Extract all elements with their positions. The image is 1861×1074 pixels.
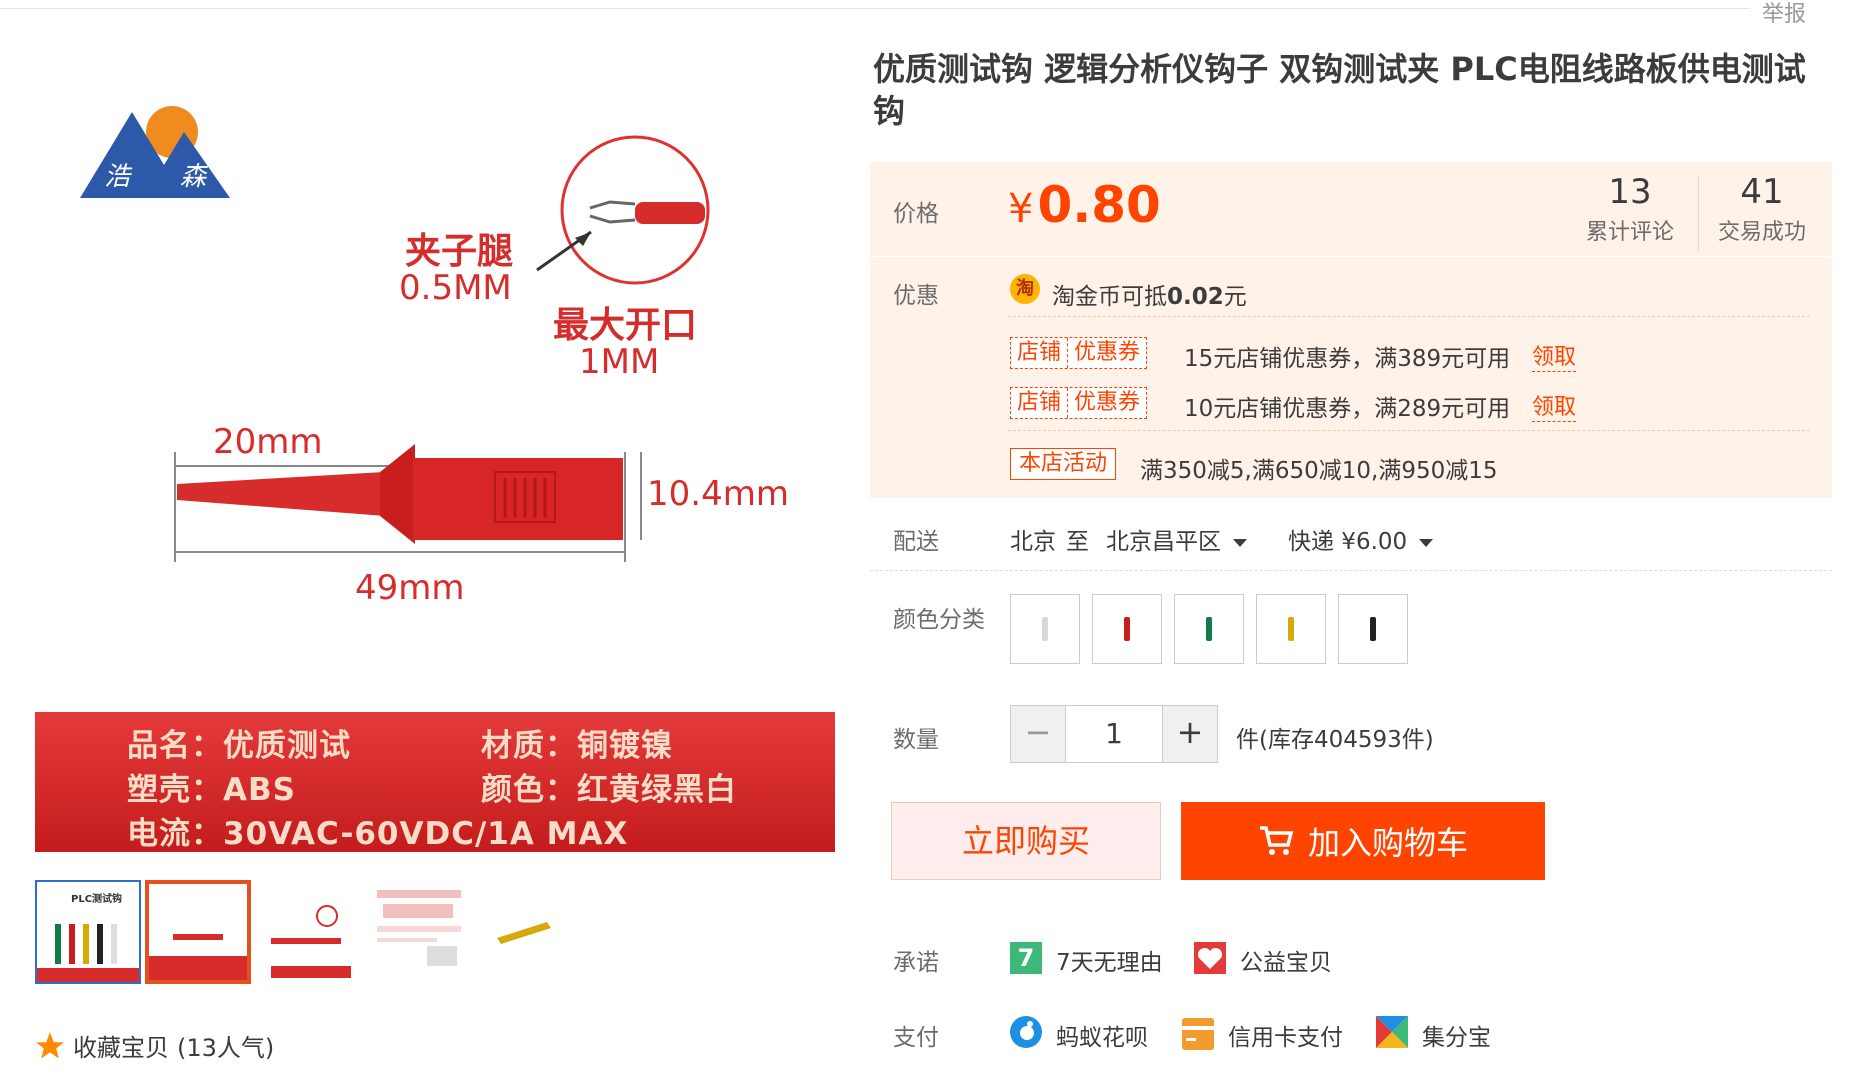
price-value: ¥0.80 — [1008, 176, 1161, 234]
buy-now-button[interactable]: 立即购买 — [891, 802, 1161, 880]
chevron-down-icon — [1419, 538, 1434, 547]
delivery-destination: 北京昌平区 — [1106, 529, 1221, 555]
taobao-coin-icon: 淘 — [1010, 274, 1040, 304]
coupon-tag-2: 店铺 优惠券 — [1010, 387, 1148, 419]
color-swatch-green[interactable] — [1174, 594, 1244, 664]
dim-height: 10.4mm — [647, 474, 789, 514]
chevron-down-icon — [1233, 538, 1247, 547]
spec-name: 品名：优质测试 — [127, 728, 351, 764]
top-divider — [0, 8, 1750, 9]
add-to-cart-button[interactable]: 加入购物车 — [1181, 802, 1545, 880]
thumbnail-1[interactable]: PLC测试钩 — [35, 880, 141, 984]
delivery-label: 配送 — [893, 529, 939, 555]
quantity-input[interactable]: 1 — [1065, 706, 1163, 762]
thumbnail-strip: PLC测试钩 — [35, 880, 585, 984]
spec-banner: 品名：优质测试 材质：铜镀镍 塑壳：ABS 颜色：红黄绿黑白 电流：30VAC-… — [35, 712, 835, 852]
coin-text: 淘金币可抵 — [1052, 284, 1167, 310]
delivery-to-word: 至 — [1066, 529, 1089, 555]
coupon-tag-1-right: 优惠券 — [1074, 340, 1141, 365]
promo-divider-1 — [1008, 316, 1810, 317]
cart-icon — [1259, 826, 1294, 855]
huabei-text[interactable]: 蚂蚁花呗 — [1056, 1018, 1148, 1052]
deals-label: 交易成功 — [1717, 220, 1806, 245]
color-swatch-white[interactable] — [1010, 594, 1080, 664]
reviews-count: 13 — [1608, 172, 1652, 212]
coupon-tag-1-left: 店铺 — [1017, 340, 1062, 365]
spec-color: 颜色：红黄绿黑白 — [481, 772, 737, 808]
seven-day-return-icon: 7 — [1010, 942, 1042, 974]
claim-coupon-1[interactable]: 领取 — [1532, 339, 1577, 372]
increase-button[interactable]: + — [1163, 706, 1217, 762]
thumbnail-5[interactable] — [475, 880, 581, 984]
delivery-destination-select[interactable]: 北京昌平区 — [1106, 522, 1247, 556]
deals-count: 41 — [1740, 172, 1784, 212]
jifenbao-text[interactable]: 集分宝 — [1422, 1018, 1491, 1052]
clip-diagram — [174, 135, 710, 562]
collect-count: (13人气) — [177, 1034, 275, 1062]
collect-item[interactable]: 收藏宝贝 (13人气) — [35, 1028, 274, 1063]
thumbnail-4[interactable] — [365, 880, 471, 984]
color-swatch-black[interactable] — [1338, 594, 1408, 664]
promo-label: 优惠 — [893, 283, 939, 309]
report-link[interactable]: 举报 — [1762, 0, 1806, 28]
coin-amount: 0.02 — [1167, 284, 1224, 310]
claim-coupon-2[interactable]: 领取 — [1532, 389, 1577, 422]
dim-tip: 20mm — [213, 422, 323, 462]
huabei-icon — [1010, 1016, 1042, 1048]
delivery-divider — [870, 570, 1832, 571]
color-swatch-red[interactable] — [1092, 594, 1162, 664]
quantity-stepper: − 1 + — [1010, 705, 1218, 763]
title-line-1: 优质测试钩 逻辑分析仪钩子 双钩测试夹 PLC电阻线路板供电测试 — [873, 50, 1806, 88]
color-swatch-yellow[interactable] — [1256, 594, 1326, 664]
promo-divider-2 — [1008, 430, 1810, 431]
coupon-tag-1: 店铺 优惠券 — [1010, 337, 1148, 369]
thumbnail-3[interactable] — [255, 880, 361, 984]
collect-label: 收藏宝贝 — [73, 1034, 169, 1062]
credit-card-text[interactable]: 信用卡支付 — [1228, 1018, 1343, 1052]
charity-heart-icon — [1194, 942, 1226, 974]
shop-activity-tag: 本店活动 — [1010, 448, 1117, 480]
product-title: 优质测试钩 逻辑分析仪钩子 双钩测试夹 PLC电阻线路板供电测试 钩 — [873, 48, 1833, 132]
spec-material: 材质：铜镀镍 — [481, 728, 673, 764]
deals-stat[interactable]: 41 交易成功 — [1697, 172, 1827, 246]
price-label: 价格 — [893, 201, 939, 227]
coupon-tag-2-right: 优惠券 — [1074, 390, 1141, 415]
delivery-from: 北京 — [1010, 529, 1056, 555]
star-icon — [36, 1031, 64, 1058]
shipping-method-select[interactable]: 快递 ¥6.00 — [1288, 522, 1434, 556]
spec-shell: 塑壳：ABS — [127, 772, 296, 808]
payment-label: 支付 — [893, 1025, 939, 1051]
coin-unit: 元 — [1223, 284, 1247, 310]
dim-total: 49mm — [355, 568, 465, 608]
main-product-image[interactable]: 浩 森 夹子腿 0.5MM 最大开口 1MM 20mm 10.4mm 49mm … — [35, 32, 835, 852]
thumbnail-2[interactable] — [145, 880, 251, 984]
reviews-stat[interactable]: 13 累计评论 — [1565, 172, 1695, 246]
jifenbao-icon — [1376, 1016, 1408, 1048]
title-line-2: 钩 — [873, 92, 906, 130]
currency-symbol: ¥ — [1008, 186, 1034, 232]
spec-current: 电流：30VAC-60VDC/1A MAX — [127, 816, 629, 852]
price-amount: 0.80 — [1037, 176, 1161, 234]
add-to-cart-label: 加入购物车 — [1307, 824, 1468, 862]
charity-text[interactable]: 公益宝贝 — [1240, 943, 1332, 977]
coin-offer: 淘金币可抵0.02元 — [1052, 277, 1247, 311]
coupon-text-1: 15元店铺优惠券，满389元可用 — [1184, 346, 1511, 372]
promise-label: 承诺 — [893, 950, 939, 976]
coupon-tag-2-left: 店铺 — [1017, 390, 1062, 415]
credit-card-icon — [1182, 1018, 1214, 1050]
decrease-button[interactable]: − — [1011, 706, 1065, 762]
reviews-label: 累计评论 — [1585, 220, 1674, 245]
shipping-method: 快递 ¥6.00 — [1288, 529, 1408, 555]
stock-text: 件(库存404593件) — [1236, 727, 1434, 753]
price-divider — [870, 256, 1832, 257]
color-label: 颜色分类 — [893, 607, 985, 633]
shop-activity-text: 满350减5,满650减10,满950减15 — [1140, 458, 1498, 484]
quantity-label: 数量 — [893, 727, 939, 753]
coupon-text-2: 10元店铺优惠券，满289元可用 — [1184, 396, 1511, 422]
seven-day-return-text[interactable]: 7天无理由 — [1056, 943, 1163, 977]
